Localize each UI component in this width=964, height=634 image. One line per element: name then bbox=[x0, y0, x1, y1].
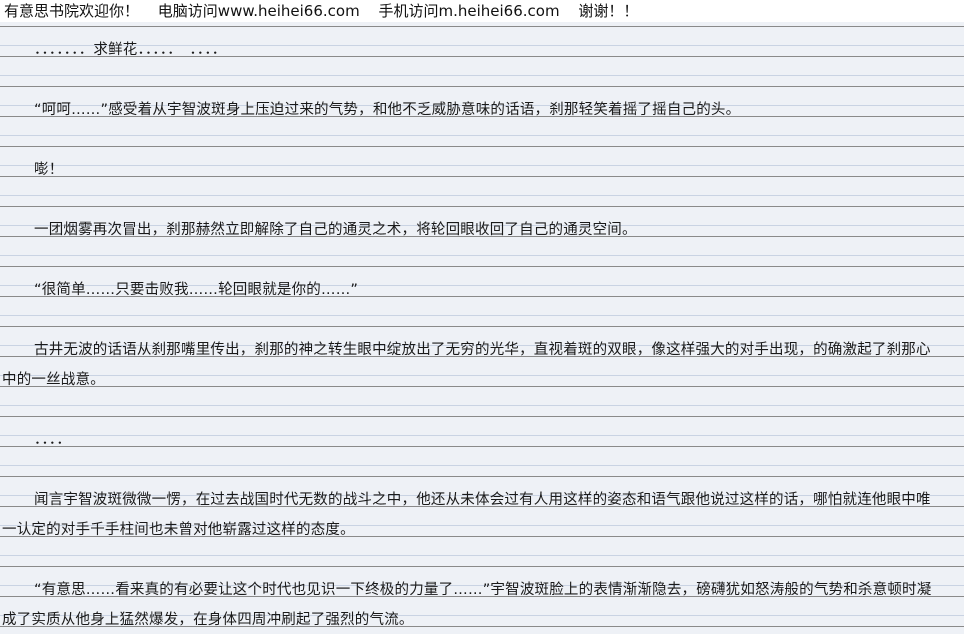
paragraph: 古井无波的话语从刹那嘴里传出，刹那的神之转生眼中绽放出了无穷的光华，直视着斑的双… bbox=[2, 342, 931, 388]
chapter-content: ．．．．．．．求鲜花．．．．． ．．．． “呵呵……”感受着从宇智波斑身上压迫过… bbox=[0, 22, 964, 634]
thanks-text: 谢谢！！ bbox=[578, 2, 639, 20]
chapter-text: ．．．．．．．求鲜花．．．．． ．．．． “呵呵……”感受着从宇智波斑身上压迫过… bbox=[2, 35, 942, 634]
paragraph: 一团烟雾再次冒出，刹那赫然立即解除了自己的通灵之术，将轮回眼收回了自己的通灵空间… bbox=[34, 222, 637, 238]
mobile-access-link[interactable]: 手机访问m.heihei66.com bbox=[378, 2, 559, 20]
paragraph: ．．．．．．．求鲜花．．．．． ．．．． bbox=[34, 42, 227, 58]
paragraph: “呵呵……”感受着从宇智波斑身上压迫过来的气势，和他不乏威胁意味的话语，刹那轻笑… bbox=[34, 102, 741, 118]
paragraph: 闻言宇智波斑微微一愣，在过去战国时代无数的战斗之中，他还从未体会过有人用这样的姿… bbox=[2, 492, 931, 538]
paragraph: ．．．． bbox=[34, 432, 72, 448]
pc-access-link[interactable]: 电脑访问www.heihei66.com bbox=[158, 2, 360, 20]
paragraph: 嘭！ bbox=[34, 162, 64, 178]
welcome-text: 有意思书院欢迎你！ bbox=[4, 2, 140, 20]
paragraph: “有意思……看来真的有必要让这个时代也见识一下终极的力量了……”宇智波斑脸上的表… bbox=[2, 582, 932, 628]
paragraph: “很简单……只要击败我……轮回眼就是你的……” bbox=[34, 282, 359, 298]
site-banner: 有意思书院欢迎你！ 电脑访问www.heihei66.com 手机访问m.hei… bbox=[0, 0, 964, 22]
